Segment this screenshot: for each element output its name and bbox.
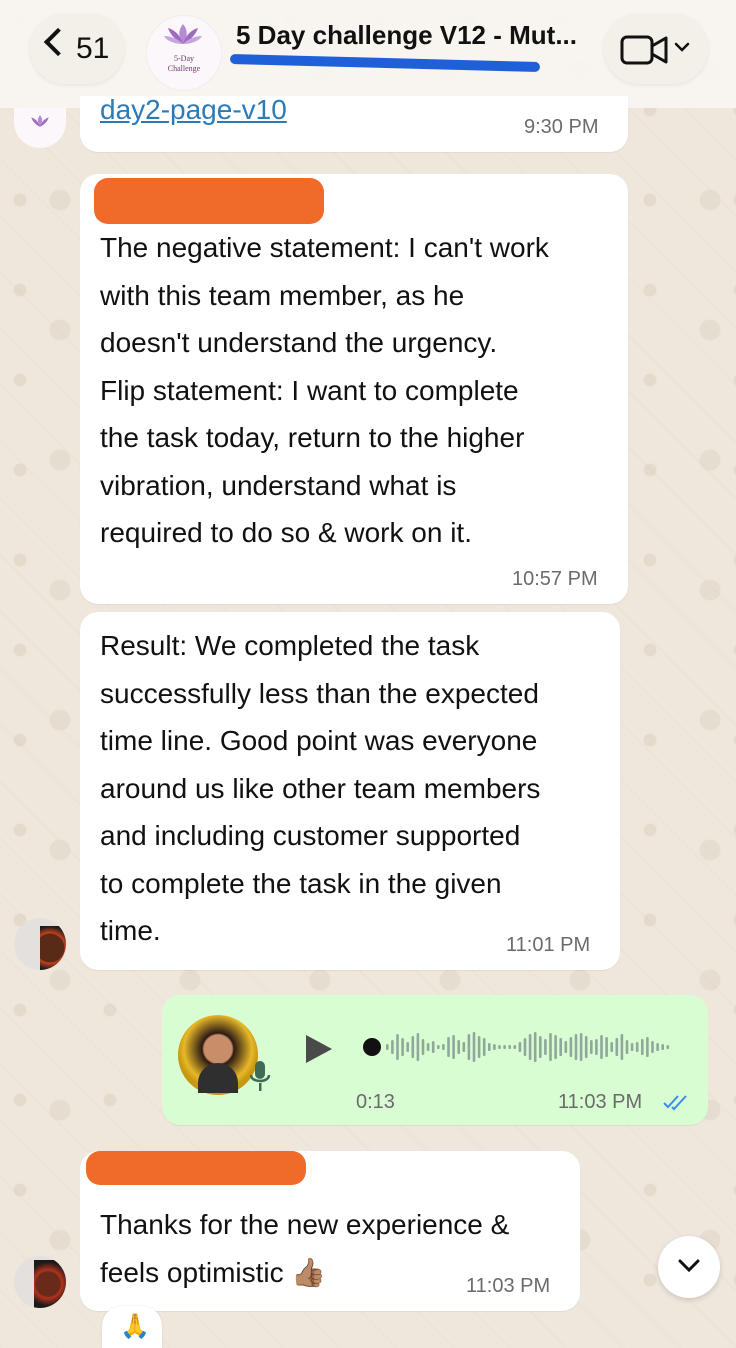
play-icon[interactable] bbox=[304, 1033, 334, 1065]
reaction-emoji: 🙏 bbox=[120, 1313, 150, 1340]
message-time: 10:57 PM bbox=[512, 568, 598, 590]
waveform-bar bbox=[641, 1039, 644, 1055]
voice-sender-avatar bbox=[178, 1015, 258, 1095]
waveform-bar bbox=[625, 1040, 629, 1054]
waveform-bar bbox=[396, 1034, 399, 1060]
waveform-bar bbox=[442, 1044, 445, 1050]
waveform-bar bbox=[493, 1044, 496, 1050]
waveform-bar bbox=[528, 1034, 532, 1060]
double-check-icon bbox=[663, 1095, 687, 1111]
waveform-bar bbox=[416, 1033, 420, 1061]
waveform-bar bbox=[569, 1037, 573, 1057]
message-time: 11:03 PM bbox=[466, 1275, 551, 1297]
waveform-bar bbox=[457, 1040, 460, 1054]
waveform-bar bbox=[431, 1041, 435, 1053]
waveform-bar bbox=[579, 1033, 583, 1061]
chevron-down-icon bbox=[678, 1259, 700, 1273]
sender-avatar-group[interactable] bbox=[14, 108, 66, 148]
message-text: Result: We completed the task successful… bbox=[100, 630, 541, 946]
message-reaction[interactable]: 🙏 bbox=[102, 1306, 162, 1348]
waveform-bar bbox=[523, 1038, 527, 1056]
waveform-bar bbox=[635, 1042, 639, 1052]
message-text: The negative statement: I can't work wit… bbox=[100, 232, 549, 548]
waveform-bar bbox=[584, 1036, 588, 1058]
sender-avatar[interactable] bbox=[14, 1256, 66, 1308]
waveform-bar bbox=[503, 1045, 506, 1049]
waveform-bar bbox=[651, 1041, 654, 1053]
waveform-bar bbox=[411, 1036, 415, 1058]
waveform-bar bbox=[544, 1039, 547, 1055]
sender-avatar[interactable] bbox=[14, 918, 66, 970]
waveform-bar bbox=[554, 1035, 557, 1059]
message-time: 9:30 PM bbox=[524, 116, 599, 138]
sender-name-redaction bbox=[94, 178, 324, 224]
waveform-progress-dot bbox=[363, 1038, 381, 1056]
waveform-bar bbox=[559, 1038, 562, 1056]
waveform-bar bbox=[406, 1042, 409, 1052]
waveform-bar bbox=[477, 1036, 481, 1058]
waveform-bar bbox=[426, 1043, 430, 1051]
waveform-bar bbox=[462, 1042, 466, 1052]
waveform-bar bbox=[564, 1041, 568, 1053]
microphone-icon bbox=[249, 1061, 271, 1091]
waveform-bar bbox=[539, 1036, 542, 1058]
voice-duration: 0:13 bbox=[356, 1091, 395, 1113]
waveform-bar bbox=[467, 1034, 471, 1060]
waveform-bar bbox=[401, 1038, 404, 1056]
voice-waveform[interactable] bbox=[360, 1025, 676, 1069]
sender-name-redaction bbox=[86, 1151, 306, 1185]
waveform-bar bbox=[437, 1045, 440, 1049]
message-bubble[interactable]: The negative statement: I can't work wit… bbox=[80, 174, 628, 604]
waveform-bar bbox=[508, 1045, 511, 1049]
waveform-bar bbox=[610, 1042, 613, 1052]
message-bubble[interactable]: Thanks for the new experience & feels op… bbox=[80, 1151, 580, 1311]
voice-message-bubble[interactable]: 0:13 11:03 PM bbox=[162, 995, 708, 1125]
waveform-bar bbox=[595, 1039, 598, 1055]
waveform-bar bbox=[447, 1037, 450, 1057]
waveform-bar bbox=[590, 1040, 593, 1054]
message-time: 11:03 PM bbox=[558, 1091, 643, 1113]
header-overlay bbox=[0, 0, 736, 108]
waveform-bar bbox=[620, 1034, 624, 1060]
waveform-bar bbox=[615, 1038, 619, 1056]
waveform-bar bbox=[452, 1035, 455, 1059]
waveform-bar bbox=[498, 1045, 501, 1049]
waveform-bar bbox=[421, 1039, 425, 1055]
waveform-bar bbox=[391, 1040, 394, 1054]
waveform-bar bbox=[386, 1044, 389, 1050]
waveform-bar bbox=[600, 1035, 603, 1059]
waveform-bar bbox=[630, 1043, 634, 1051]
waveform-bar bbox=[518, 1042, 522, 1052]
scroll-down-button[interactable] bbox=[658, 1236, 720, 1298]
message-time: 11:01 PM bbox=[506, 934, 591, 956]
waveform-bar bbox=[488, 1043, 491, 1051]
waveform-bar bbox=[513, 1045, 517, 1049]
waveform-bar bbox=[661, 1044, 664, 1050]
waveform-bar bbox=[574, 1034, 578, 1060]
waveform-bar bbox=[666, 1045, 670, 1049]
waveform-bar bbox=[549, 1033, 552, 1061]
lotus-icon bbox=[31, 115, 49, 127]
waveform-bar bbox=[646, 1037, 649, 1057]
waveform-bar bbox=[656, 1043, 659, 1051]
waveform-bar bbox=[533, 1032, 537, 1062]
waveform-bar bbox=[605, 1037, 608, 1057]
waveform-bar bbox=[482, 1038, 486, 1056]
waveform-bar bbox=[472, 1032, 476, 1062]
message-bubble[interactable]: Result: We completed the task successful… bbox=[80, 612, 620, 970]
